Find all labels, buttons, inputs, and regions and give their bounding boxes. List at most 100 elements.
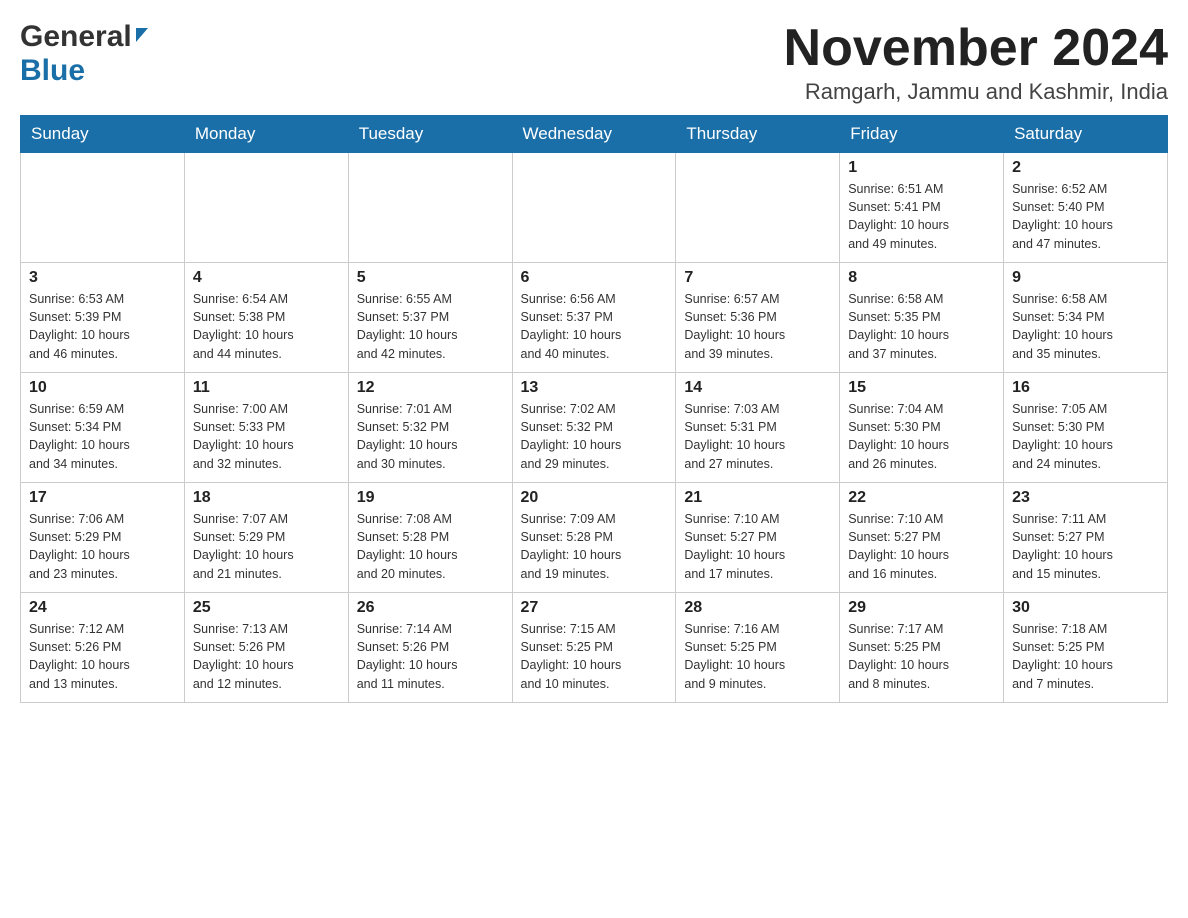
calendar-cell: 13 Sunrise: 7:02 AMSunset: 5:32 PMDayligh… bbox=[512, 373, 676, 483]
calendar-cell bbox=[184, 153, 348, 263]
day-info: Sunrise: 7:06 AMSunset: 5:29 PMDaylight:… bbox=[29, 510, 176, 583]
day-info: Sunrise: 6:57 AMSunset: 5:36 PMDaylight:… bbox=[684, 290, 831, 363]
day-info: Sunrise: 6:59 AMSunset: 5:34 PMDaylight:… bbox=[29, 400, 176, 473]
day-number: 24 bbox=[29, 599, 176, 617]
calendar-cell bbox=[512, 153, 676, 263]
calendar-cell: 20 Sunrise: 7:09 AMSunset: 5:28 PMDayligh… bbox=[512, 483, 676, 593]
day-number: 21 bbox=[684, 489, 831, 507]
title-area: November 2024 Ramgarh, Jammu and Kashmir… bbox=[784, 20, 1168, 105]
logo-blue: Blue bbox=[20, 54, 148, 88]
day-info: Sunrise: 6:54 AMSunset: 5:38 PMDaylight:… bbox=[193, 290, 340, 363]
day-number: 3 bbox=[29, 269, 176, 287]
day-info: Sunrise: 7:14 AMSunset: 5:26 PMDaylight:… bbox=[357, 620, 504, 693]
calendar-cell: 28 Sunrise: 7:16 AMSunset: 5:25 PMDayligh… bbox=[676, 593, 840, 703]
calendar-cell: 7 Sunrise: 6:57 AMSunset: 5:36 PMDaylight… bbox=[676, 263, 840, 373]
day-info: Sunrise: 7:10 AMSunset: 5:27 PMDaylight:… bbox=[848, 510, 995, 583]
calendar-cell: 23Sunrise: 7:11 AMSunset: 5:27 PMDayligh… bbox=[1004, 483, 1168, 593]
weekday-header-row: SundayMondayTuesdayWednesdayThursdayFrid… bbox=[21, 116, 1168, 153]
day-number: 1 bbox=[848, 159, 995, 177]
day-number: 13 bbox=[521, 379, 668, 397]
day-info: Sunrise: 7:13 AMSunset: 5:26 PMDaylight:… bbox=[193, 620, 340, 693]
day-info: Sunrise: 7:10 AMSunset: 5:27 PMDaylight:… bbox=[684, 510, 831, 583]
calendar-cell: 17Sunrise: 7:06 AMSunset: 5:29 PMDayligh… bbox=[21, 483, 185, 593]
weekday-header-thursday: Thursday bbox=[676, 116, 840, 153]
logo-general: General bbox=[20, 20, 132, 54]
day-number: 20 bbox=[521, 489, 668, 507]
day-number: 26 bbox=[357, 599, 504, 617]
day-info: Sunrise: 7:04 AMSunset: 5:30 PMDaylight:… bbox=[848, 400, 995, 473]
weekday-header-wednesday: Wednesday bbox=[512, 116, 676, 153]
weekday-header-tuesday: Tuesday bbox=[348, 116, 512, 153]
day-info: Sunrise: 7:02 AMSunset: 5:32 PMDaylight:… bbox=[521, 400, 668, 473]
calendar-cell: 14Sunrise: 7:03 AMSunset: 5:31 PMDayligh… bbox=[676, 373, 840, 483]
calendar-cell bbox=[348, 153, 512, 263]
calendar-cell: 3 Sunrise: 6:53 AMSunset: 5:39 PMDaylight… bbox=[21, 263, 185, 373]
day-number: 22 bbox=[848, 489, 995, 507]
calendar-cell: 18 Sunrise: 7:07 AMSunset: 5:29 PMDayligh… bbox=[184, 483, 348, 593]
calendar-cell bbox=[676, 153, 840, 263]
day-number: 30 bbox=[1012, 599, 1159, 617]
day-number: 16 bbox=[1012, 379, 1159, 397]
week-row-3: 10 Sunrise: 6:59 AMSunset: 5:34 PMDayligh… bbox=[21, 373, 1168, 483]
day-number: 28 bbox=[684, 599, 831, 617]
day-info: Sunrise: 7:00 AMSunset: 5:33 PMDaylight:… bbox=[193, 400, 340, 473]
day-info: Sunrise: 7:01 AMSunset: 5:32 PMDaylight:… bbox=[357, 400, 504, 473]
day-number: 18 bbox=[193, 489, 340, 507]
calendar-cell: 21 Sunrise: 7:10 AMSunset: 5:27 PMDayligh… bbox=[676, 483, 840, 593]
header: General Blue November 2024 Ramgarh, Jamm… bbox=[20, 20, 1168, 105]
day-info: Sunrise: 7:16 AMSunset: 5:25 PMDaylight:… bbox=[684, 620, 831, 693]
day-number: 5 bbox=[357, 269, 504, 287]
day-info: Sunrise: 7:15 AMSunset: 5:25 PMDaylight:… bbox=[521, 620, 668, 693]
calendar-cell: 30 Sunrise: 7:18 AMSunset: 5:25 PMDayligh… bbox=[1004, 593, 1168, 703]
day-number: 9 bbox=[1012, 269, 1159, 287]
day-number: 12 bbox=[357, 379, 504, 397]
calendar-cell: 10 Sunrise: 6:59 AMSunset: 5:34 PMDayligh… bbox=[21, 373, 185, 483]
calendar-cell: 24Sunrise: 7:12 AMSunset: 5:26 PMDayligh… bbox=[21, 593, 185, 703]
weekday-header-sunday: Sunday bbox=[21, 116, 185, 153]
location-title: Ramgarh, Jammu and Kashmir, India bbox=[784, 79, 1168, 105]
day-info: Sunrise: 7:18 AMSunset: 5:25 PMDaylight:… bbox=[1012, 620, 1159, 693]
calendar-cell: 6 Sunrise: 6:56 AMSunset: 5:37 PMDaylight… bbox=[512, 263, 676, 373]
day-info: Sunrise: 7:09 AMSunset: 5:28 PMDaylight:… bbox=[521, 510, 668, 583]
month-title: November 2024 bbox=[784, 20, 1168, 77]
day-number: 11 bbox=[193, 379, 340, 397]
day-info: Sunrise: 6:56 AMSunset: 5:37 PMDaylight:… bbox=[521, 290, 668, 363]
calendar-cell: 1Sunrise: 6:51 AMSunset: 5:41 PMDaylight… bbox=[840, 153, 1004, 263]
calendar-cell: 5 Sunrise: 6:55 AMSunset: 5:37 PMDaylight… bbox=[348, 263, 512, 373]
calendar-cell: 8Sunrise: 6:58 AMSunset: 5:35 PMDaylight… bbox=[840, 263, 1004, 373]
weekday-header-monday: Monday bbox=[184, 116, 348, 153]
calendar-cell: 9Sunrise: 6:58 AMSunset: 5:34 PMDaylight… bbox=[1004, 263, 1168, 373]
calendar-cell: 19 Sunrise: 7:08 AMSunset: 5:28 PMDayligh… bbox=[348, 483, 512, 593]
day-info: Sunrise: 6:55 AMSunset: 5:37 PMDaylight:… bbox=[357, 290, 504, 363]
calendar-cell: 2 Sunrise: 6:52 AMSunset: 5:40 PMDaylight… bbox=[1004, 153, 1168, 263]
day-number: 2 bbox=[1012, 159, 1159, 177]
calendar-cell: 12 Sunrise: 7:01 AMSunset: 5:32 PMDayligh… bbox=[348, 373, 512, 483]
day-info: Sunrise: 7:07 AMSunset: 5:29 PMDaylight:… bbox=[193, 510, 340, 583]
day-number: 25 bbox=[193, 599, 340, 617]
day-info: Sunrise: 6:58 AMSunset: 5:35 PMDaylight:… bbox=[848, 290, 995, 363]
day-number: 15 bbox=[848, 379, 995, 397]
weekday-header-saturday: Saturday bbox=[1004, 116, 1168, 153]
day-info: Sunrise: 6:52 AMSunset: 5:40 PMDaylight:… bbox=[1012, 180, 1159, 253]
day-number: 23 bbox=[1012, 489, 1159, 507]
day-info: Sunrise: 7:03 AMSunset: 5:31 PMDaylight:… bbox=[684, 400, 831, 473]
calendar-cell: 26 Sunrise: 7:14 AMSunset: 5:26 PMDayligh… bbox=[348, 593, 512, 703]
calendar-cell: 15 Sunrise: 7:04 AMSunset: 5:30 PMDayligh… bbox=[840, 373, 1004, 483]
logo: General Blue bbox=[20, 20, 148, 88]
day-info: Sunrise: 6:53 AMSunset: 5:39 PMDaylight:… bbox=[29, 290, 176, 363]
calendar-cell: 29Sunrise: 7:17 AMSunset: 5:25 PMDayligh… bbox=[840, 593, 1004, 703]
day-info: Sunrise: 7:08 AMSunset: 5:28 PMDaylight:… bbox=[357, 510, 504, 583]
calendar-table: SundayMondayTuesdayWednesdayThursdayFrid… bbox=[20, 115, 1168, 703]
day-number: 4 bbox=[193, 269, 340, 287]
day-number: 6 bbox=[521, 269, 668, 287]
day-number: 7 bbox=[684, 269, 831, 287]
day-number: 19 bbox=[357, 489, 504, 507]
week-row-5: 24Sunrise: 7:12 AMSunset: 5:26 PMDayligh… bbox=[21, 593, 1168, 703]
week-row-4: 17Sunrise: 7:06 AMSunset: 5:29 PMDayligh… bbox=[21, 483, 1168, 593]
calendar-cell: 16Sunrise: 7:05 AMSunset: 5:30 PMDayligh… bbox=[1004, 373, 1168, 483]
calendar-cell: 4 Sunrise: 6:54 AMSunset: 5:38 PMDaylight… bbox=[184, 263, 348, 373]
day-number: 10 bbox=[29, 379, 176, 397]
logo-arrow-icon bbox=[136, 28, 148, 42]
calendar-cell: 27Sunrise: 7:15 AMSunset: 5:25 PMDayligh… bbox=[512, 593, 676, 703]
week-row-2: 3 Sunrise: 6:53 AMSunset: 5:39 PMDaylight… bbox=[21, 263, 1168, 373]
